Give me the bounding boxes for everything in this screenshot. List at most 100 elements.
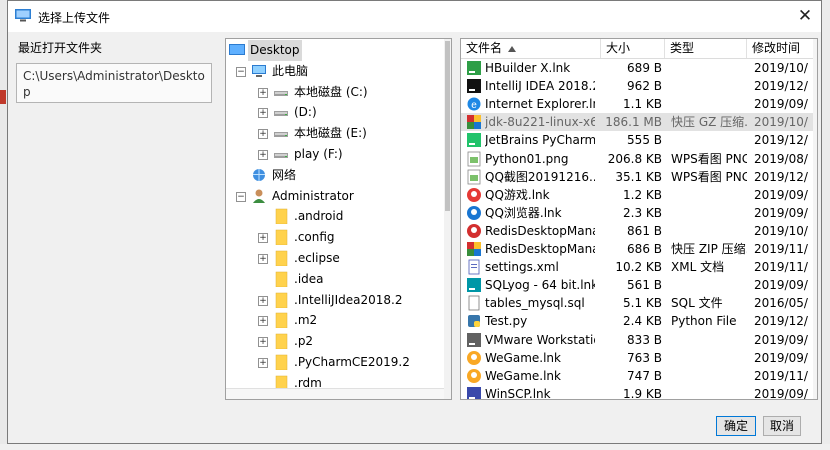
recent-folders-label: 最近打开文件夹: [18, 41, 103, 55]
file-row[interactable]: WeGame.lnk 763 B 2019/09/: [461, 349, 817, 367]
collapse-icon[interactable]: −: [236, 191, 246, 202]
file-row[interactable]: Python01.png 206.8 KB WPS看图 PNG... 2019/08/: [461, 150, 817, 168]
file-size: 833 B: [627, 332, 662, 347]
file-modified: 2019/10/: [754, 223, 808, 238]
folder-icon: [272, 229, 290, 246]
sort-ascending-icon: [508, 45, 517, 52]
expand-icon[interactable]: +: [258, 87, 268, 98]
file-size: 186.1 MB: [605, 115, 662, 130]
vmware-icon: [466, 332, 482, 348]
tree-item[interactable]: − 此电脑: [226, 61, 446, 82]
expand-icon[interactable]: +: [258, 295, 268, 306]
expand-icon[interactable]: +: [258, 337, 268, 348]
file-list-scrollbar[interactable]: [813, 39, 817, 399]
column-header-size[interactable]: 大小: [601, 39, 665, 58]
file-row[interactable]: SQLyog - 64 bit.lnk 561 B 2019/09/: [461, 276, 817, 294]
file-list[interactable]: 文件名 大小 类型 修改时间 HBuilder X.lnk 689 B 2019/1…: [460, 38, 818, 400]
pycharm-icon: [466, 132, 482, 148]
file-size: 747 B: [627, 368, 662, 383]
tree-horizontal-scrollbar[interactable]: [226, 388, 445, 399]
collapse-icon[interactable]: −: [236, 66, 246, 77]
computer-icon: [250, 63, 268, 79]
file-row[interactable]: QQ截图20191216... 35.1 KB WPS看图 PNG... 2019/1…: [461, 168, 817, 186]
file-modified: 2019/12/: [754, 169, 808, 184]
tree-item-label: .eclipse: [294, 251, 340, 265]
expand-icon[interactable]: +: [258, 233, 268, 244]
title-bar[interactable]: 选择上传文件 ✕: [8, 1, 821, 32]
tree-item[interactable]: − Administrator: [226, 186, 446, 207]
file-row[interactable]: tables_mysql.sql 5.1 KB SQL 文件 2016/05/: [461, 294, 817, 312]
tree-item[interactable]: 网络: [226, 165, 446, 186]
file-modified: 2019/09/: [754, 278, 808, 293]
expand-icon[interactable]: +: [258, 150, 268, 160]
wegame-icon: [466, 368, 482, 384]
file-row[interactable]: Test.py 2.4 KB Python File 2019/12/: [461, 312, 817, 330]
file-row[interactable]: settings.xml 10.2 KB XML 文档 2019/11/: [461, 258, 817, 276]
tree-item[interactable]: + (D:): [226, 102, 446, 123]
file-modified: 2019/09/: [754, 187, 808, 202]
tree-item-label: .config: [294, 230, 335, 245]
file-row[interactable]: WinSCP.lnk 1.9 KB 2019/09/: [461, 385, 817, 399]
tree-vertical-scrollbar[interactable]: [444, 39, 451, 399]
dialog-title: 选择上传文件: [38, 11, 111, 25]
file-row[interactable]: JetBrains PyCharm... 555 B 2019/12/: [461, 131, 817, 149]
column-header-modified[interactable]: 修改时间: [747, 39, 817, 58]
file-row[interactable]: VMware Workstation... 833 B 2019/09/: [461, 331, 817, 349]
tree-item[interactable]: + .PyCharmCE2019.2: [226, 352, 446, 373]
file-row[interactable]: QQ浏览器.lnk 2.3 KB 2019/09/: [461, 204, 817, 222]
file-name: WeGame.lnk: [485, 368, 561, 383]
expand-icon[interactable]: +: [258, 129, 268, 140]
file-name: QQ游戏.lnk: [485, 187, 550, 202]
file-row[interactable]: IntelliJ IDEA 2018.2... 962 B 2019/12/: [461, 77, 817, 95]
file-row[interactable]: RedisDesktopManager... 686 B 快压 ZIP 压缩... 2…: [461, 240, 817, 258]
expand-icon[interactable]: +: [258, 254, 268, 264]
file-size: 1.1 KB: [623, 97, 662, 112]
file-row[interactable]: RedisDesktopManager... 861 B 2019/10/: [461, 222, 817, 240]
expand-icon[interactable]: +: [258, 108, 268, 119]
folder-icon: [272, 292, 290, 308]
file-name: settings.xml: [485, 260, 559, 275]
tree-item[interactable]: + .m2: [226, 310, 446, 331]
tree-item[interactable]: + 本地磁盘 (C:): [226, 82, 446, 103]
file-size: 763 B: [627, 350, 662, 365]
file-row[interactable]: e Internet Explorer.lnk 1.1 KB 2019/09/: [461, 95, 817, 113]
background-window-bottom: [0, 444, 830, 450]
file-type: 快压 ZIP 压缩...: [671, 242, 747, 256]
tree-item[interactable]: Desktop: [226, 40, 446, 61]
close-button[interactable]: ✕: [789, 1, 821, 31]
tree-item[interactable]: + .config: [226, 227, 446, 248]
tree-item[interactable]: + play (F:): [226, 144, 446, 165]
cancel-button[interactable]: 取消: [763, 416, 801, 436]
file-dialog: 选择上传文件 ✕ 最近打开文件夹 C:\Users\Administrator\…: [7, 0, 822, 444]
expand-icon[interactable]: +: [258, 358, 268, 368]
folder-icon: [272, 250, 290, 267]
folder-tree[interactable]: Desktop − 此电脑 + 本地磁盘 (C:) + (D:) + 本地磁盘 (E:) + pla…: [225, 38, 452, 400]
column-header-name[interactable]: 文件名: [461, 39, 601, 58]
tree-item[interactable]: + 本地磁盘 (E:): [226, 123, 446, 144]
archive-icon: [466, 114, 482, 130]
file-size: 2.3 KB: [623, 205, 662, 220]
file-row[interactable]: WeGame.lnk 747 B 2019/11/: [461, 367, 817, 385]
file-size: 555 B: [627, 133, 662, 148]
file-row[interactable]: HBuilder X.lnk 689 B 2019/10/: [461, 59, 817, 77]
file-row[interactable]: QQ游戏.lnk 1.2 KB 2019/09/: [461, 186, 817, 204]
file-row[interactable]: jdk-8u221-linux-x64... 186.1 MB 快压 GZ 压缩..…: [461, 113, 817, 132]
tree-item[interactable]: .idea: [226, 269, 446, 290]
tree-scroll-thumb[interactable]: [445, 41, 450, 211]
tree-item[interactable]: + .eclipse: [226, 248, 446, 269]
expand-icon[interactable]: +: [258, 316, 268, 327]
tree-item-label: .p2: [294, 334, 314, 349]
file-modified: 2019/09/: [754, 350, 808, 365]
file-modified: 2019/12/: [754, 133, 808, 148]
column-header-type[interactable]: 类型: [665, 39, 747, 58]
tree-item[interactable]: + .p2: [226, 331, 446, 352]
tree-item[interactable]: .android: [226, 206, 446, 227]
recent-folder-path[interactable]: C:\Users\Administrator\Desktop: [16, 63, 212, 103]
tree-item[interactable]: + .IntelliJIdea2018.2: [226, 290, 446, 311]
tree-item-label: .PyCharmCE2019.2: [294, 355, 410, 369]
file-size: 686 B: [627, 242, 662, 256]
drive-icon: [272, 125, 290, 141]
ok-button[interactable]: 确定: [716, 416, 756, 436]
file-size: 1.2 KB: [623, 187, 662, 202]
file-modified: 2019/08/: [754, 151, 808, 166]
